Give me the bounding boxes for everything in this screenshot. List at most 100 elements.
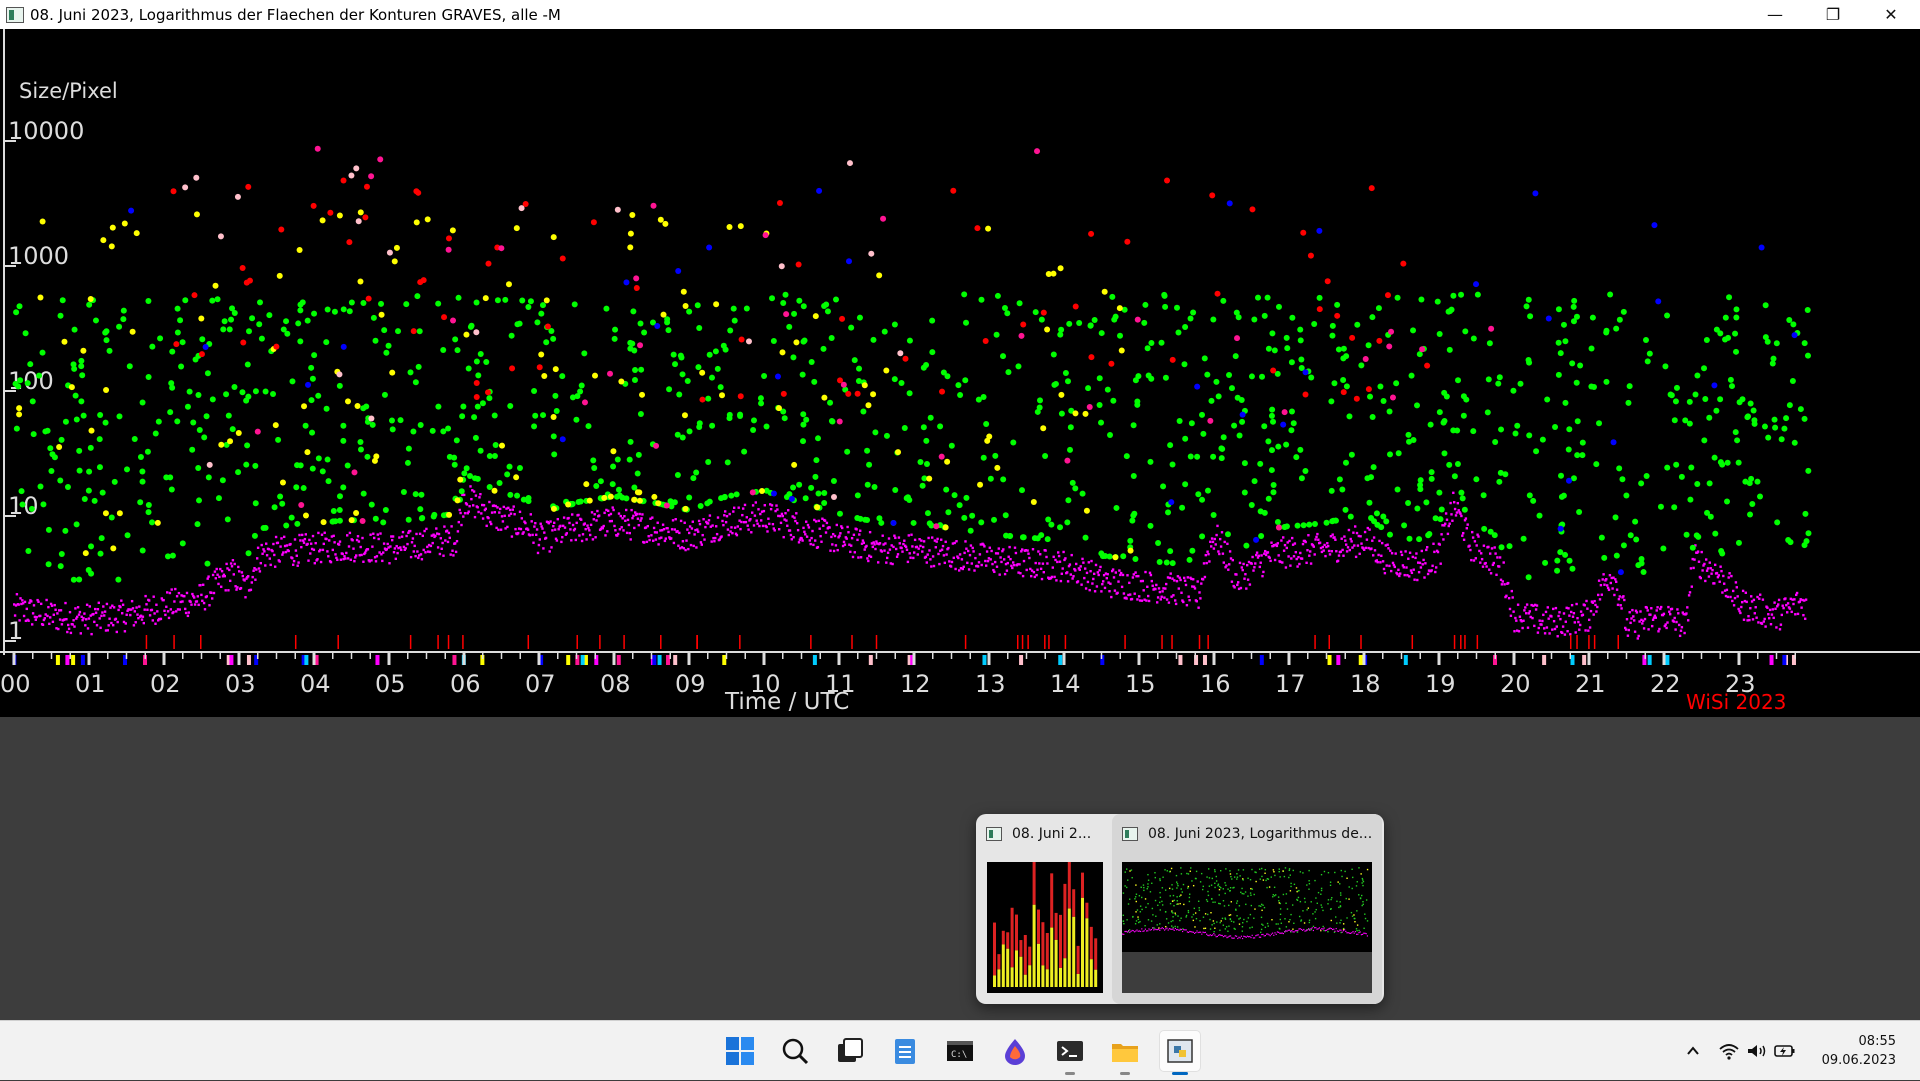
green-meteor-point xyxy=(288,514,295,521)
thumb-scatter-point xyxy=(1187,911,1190,914)
noise-floor-point xyxy=(1633,619,1636,622)
thumb-noise-point xyxy=(1128,930,1130,932)
red-meteor-point xyxy=(1424,362,1431,369)
noise-floor-point xyxy=(1553,627,1557,631)
green-meteor-point xyxy=(1620,308,1627,315)
green-meteor-point xyxy=(472,434,479,441)
thumb-noise-point xyxy=(1234,935,1236,937)
pink-meteor-point xyxy=(745,338,752,345)
noise-floor-point xyxy=(1116,591,1119,595)
file-explorer-button[interactable] xyxy=(1105,1031,1145,1075)
task-view-button[interactable] xyxy=(830,1031,870,1071)
noise-floor-point xyxy=(1260,554,1263,557)
notepad-button[interactable] xyxy=(885,1031,925,1071)
green-meteor-point xyxy=(1694,481,1701,488)
green-meteor-point xyxy=(507,491,514,498)
thumb-noise-point xyxy=(1326,929,1328,931)
noise-floor-point xyxy=(1567,607,1570,610)
thumb-red-bar xyxy=(993,922,996,976)
thumb-noise-point xyxy=(1140,930,1142,933)
noise-floor-point xyxy=(224,589,227,592)
noise-floor-point xyxy=(1128,581,1131,585)
battery-button[interactable] xyxy=(1772,1038,1798,1064)
green-meteor-point xyxy=(1498,426,1505,433)
noise-floor-point xyxy=(255,568,258,571)
command-prompt-button[interactable] xyxy=(1050,1031,1090,1075)
noise-floor-point xyxy=(1745,600,1748,604)
green-meteor-point xyxy=(727,327,734,334)
thumb-scatter-point xyxy=(1242,869,1245,871)
noise-floor-point xyxy=(1570,610,1573,614)
green-meteor-point xyxy=(504,471,511,478)
green-meteor-point xyxy=(980,454,987,461)
terminal-button[interactable]: C:\ xyxy=(940,1031,980,1071)
green-meteor-point xyxy=(1195,491,1202,498)
green-meteor-point xyxy=(494,297,501,304)
thumb-scatter-point xyxy=(1273,871,1275,873)
noise-floor-point xyxy=(1628,611,1631,614)
noise-floor-point xyxy=(702,518,705,521)
thumb-scatter-point xyxy=(1250,904,1253,907)
noise-floor-point xyxy=(603,511,606,515)
blue-meteor-point xyxy=(1545,315,1552,322)
noise-floor-point xyxy=(755,519,758,522)
network-button[interactable] xyxy=(1716,1038,1742,1064)
thumb-scatter-point xyxy=(1180,873,1183,875)
title-bar[interactable]: 08. Juni 2023, Logarithmus der Flaechen … xyxy=(0,0,1920,29)
deep-pink-meteor-point xyxy=(450,317,457,324)
maximize-button[interactable]: ❐ xyxy=(1804,0,1862,29)
browser-button[interactable] xyxy=(995,1031,1035,1071)
red-meteor-point xyxy=(1108,360,1115,367)
green-meteor-point xyxy=(174,305,181,312)
noise-floor-point xyxy=(1405,566,1408,569)
python-app-button[interactable] xyxy=(1160,1031,1200,1075)
noise-floor-point xyxy=(1692,566,1695,570)
noise-floor-point xyxy=(1121,573,1125,577)
yellow-meteor-point xyxy=(393,244,400,251)
thumbnail-window-1[interactable]: 08. Juni 2... xyxy=(976,814,1110,1004)
noise-floor-point xyxy=(263,550,266,553)
green-meteor-point xyxy=(205,474,212,481)
noise-floor-point xyxy=(1510,589,1513,593)
green-meteor-point xyxy=(781,415,788,422)
green-meteor-point xyxy=(1454,460,1461,467)
noise-floor-point xyxy=(1216,524,1219,528)
green-meteor-point xyxy=(1726,294,1733,301)
thumb-noise-point xyxy=(1258,936,1260,938)
green-meteor-point xyxy=(769,295,776,302)
green-meteor-point xyxy=(1735,459,1742,466)
green-meteor-point xyxy=(1687,496,1694,503)
noise-floor-point xyxy=(983,545,986,548)
close-button[interactable]: ✕ xyxy=(1862,0,1920,29)
noise-floor-point xyxy=(1187,595,1190,598)
thumb-scatter-point xyxy=(1366,920,1369,922)
noise-floor-point xyxy=(1147,594,1150,598)
noise-floor-point xyxy=(828,526,831,529)
show-hidden-icons-button[interactable] xyxy=(1680,1038,1706,1064)
noise-floor-point xyxy=(916,553,919,556)
start-button[interactable] xyxy=(720,1031,760,1071)
search-button[interactable] xyxy=(775,1031,815,1071)
green-meteor-point xyxy=(178,363,185,370)
noise-floor-point xyxy=(1754,606,1757,609)
volume-button[interactable] xyxy=(1744,1038,1770,1064)
thumbnail-window-2[interactable]: 08. Juni 2023, Logarithmus de... xyxy=(1112,814,1382,1004)
noise-floor-point xyxy=(1178,576,1181,579)
noise-floor-point xyxy=(766,530,769,533)
noise-floor-point xyxy=(733,526,737,529)
green-meteor-point xyxy=(1414,505,1421,512)
noise-floor-point xyxy=(962,565,965,568)
noise-floor-point xyxy=(1195,600,1198,603)
thumb-scatter-point xyxy=(1169,902,1172,905)
thumb-scatter-point xyxy=(1335,916,1337,918)
clock[interactable]: 08:55 09.06.2023 xyxy=(1808,1032,1896,1070)
noise-floor-point xyxy=(272,542,275,546)
noise-floor-point xyxy=(690,527,694,530)
minimize-button[interactable]: — xyxy=(1746,0,1804,29)
green-meteor-point xyxy=(1440,419,1447,426)
noise-floor-point xyxy=(1715,571,1719,575)
noise-floor-point xyxy=(446,540,450,544)
noise-floor-point xyxy=(891,562,894,566)
noise-floor-point xyxy=(909,556,912,559)
green-meteor-point xyxy=(220,326,227,333)
